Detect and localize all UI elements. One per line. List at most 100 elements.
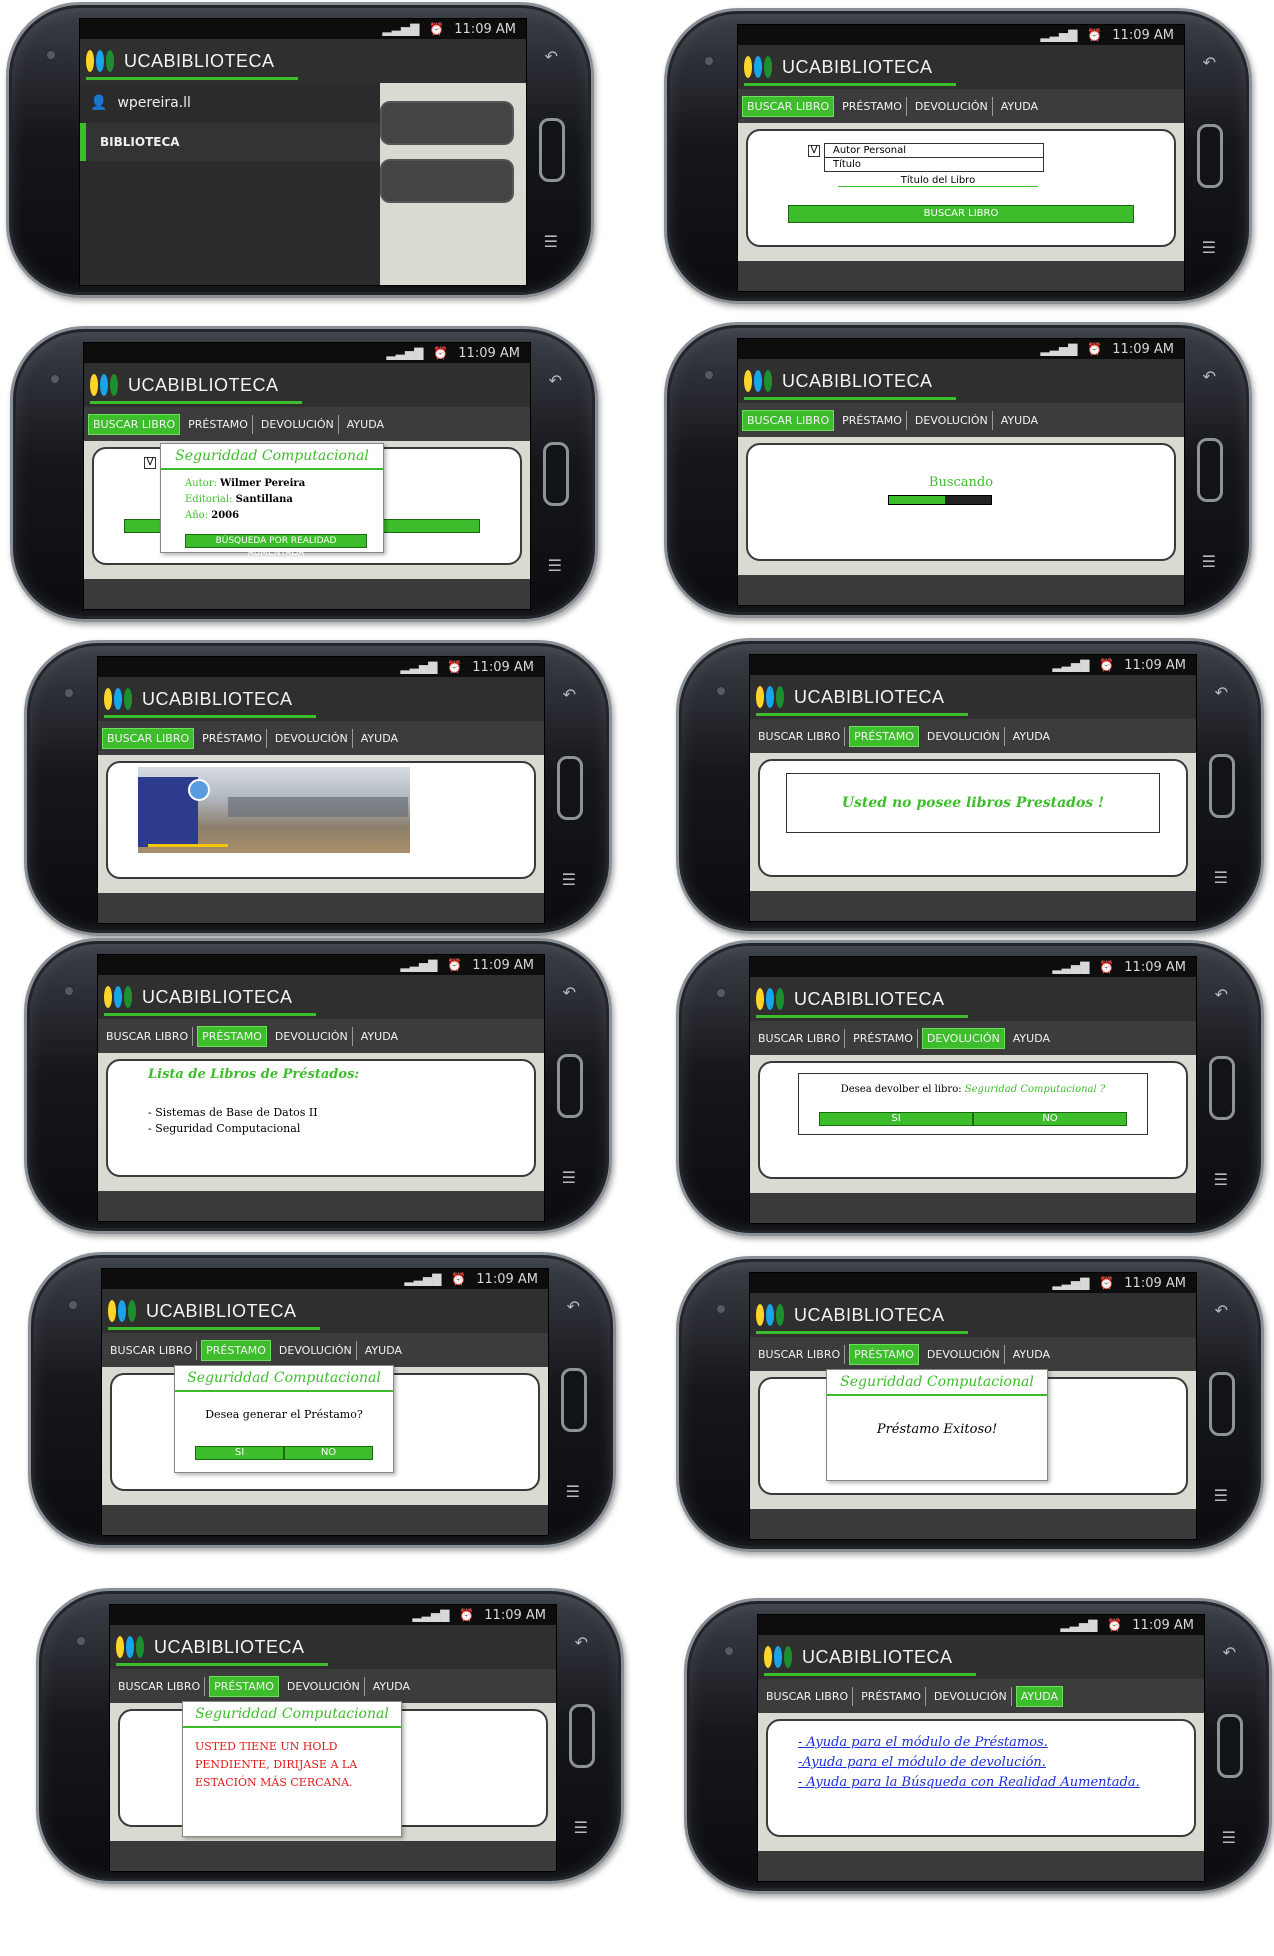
- tab-prestamo[interactable]: PRÉSTAMO: [849, 725, 919, 747]
- option-titulo[interactable]: Título: [825, 158, 1043, 171]
- search-type-dropdown[interactable]: Autor Personal Título: [824, 143, 1044, 172]
- tab-prestamo[interactable]: PRÉSTAMO: [838, 410, 907, 430]
- tab-devolucion[interactable]: DEVOLUCIÓN: [283, 1676, 365, 1696]
- tab-buscar-libro[interactable]: BUSCAR LIBRO: [102, 1026, 194, 1046]
- back-icon[interactable]: ↶: [1215, 1301, 1228, 1320]
- drawer-user[interactable]: 👤 wpereira.ll: [80, 83, 380, 123]
- tab-prestamo[interactable]: PRÉSTAMO: [849, 1028, 918, 1048]
- menu-icon[interactable]: ☰: [548, 556, 562, 575]
- ar-search-button[interactable]: BÚSQUEDA POR REALIDAD AUMENTADA: [185, 534, 367, 558]
- dropdown-checkbox[interactable]: V: [144, 457, 156, 469]
- list-item[interactable]: - Sistemas de Base de Datos II: [148, 1105, 318, 1121]
- tab-devolucion[interactable]: DEVOLUCIÓN: [271, 728, 353, 748]
- list-item[interactable]: - Seguridad Computacional: [148, 1121, 318, 1137]
- tab-ayuda[interactable]: AYUDA: [1009, 1345, 1054, 1364]
- tab-ayuda[interactable]: AYUDA: [343, 415, 388, 434]
- tab-devolucion[interactable]: DEVOLUCIÓN: [271, 1026, 353, 1046]
- yes-button[interactable]: SI: [819, 1112, 973, 1126]
- menu-icon[interactable]: ☰: [574, 1818, 588, 1837]
- home-button[interactable]: [1197, 438, 1223, 502]
- tab-devolucion[interactable]: DEVOLUCIÓN: [930, 1686, 1012, 1706]
- tab-prestamo[interactable]: PRÉSTAMO: [197, 1025, 267, 1047]
- tab-buscar-libro[interactable]: BUSCAR LIBRO: [102, 727, 195, 749]
- tab-buscar-libro[interactable]: BUSCAR LIBRO: [88, 413, 181, 435]
- back-icon[interactable]: ↶: [567, 1297, 580, 1316]
- home-button[interactable]: [1209, 1056, 1235, 1120]
- no-button[interactable]: NO: [284, 1446, 373, 1460]
- menu-icon[interactable]: ☰: [1214, 868, 1228, 887]
- tab-prestamo[interactable]: PRÉSTAMO: [849, 1343, 919, 1365]
- menu-icon[interactable]: ☰: [544, 232, 558, 251]
- home-button[interactable]: [543, 442, 569, 506]
- back-icon[interactable]: ↶: [1223, 1643, 1236, 1662]
- home-button[interactable]: [1197, 124, 1223, 188]
- tab-ayuda[interactable]: AYUDA: [997, 411, 1042, 430]
- option-autor-personal[interactable]: Autor Personal: [825, 144, 1043, 158]
- dropdown-checkbox[interactable]: V: [808, 145, 820, 157]
- tab-ayuda[interactable]: AYUDA: [1015, 1685, 1064, 1707]
- menu-icon[interactable]: ☰: [1202, 238, 1216, 257]
- tab-ayuda[interactable]: AYUDA: [361, 1341, 406, 1360]
- back-icon[interactable]: ↶: [575, 1633, 588, 1652]
- menu-icon[interactable]: ☰: [1222, 1828, 1236, 1847]
- tab-devolucion[interactable]: DEVOLUCIÓN: [911, 96, 993, 116]
- tab-prestamo[interactable]: PRÉSTAMO: [857, 1686, 926, 1706]
- tab-devolucion[interactable]: DEVOLUCIÓN: [911, 410, 993, 430]
- help-link-prestamos[interactable]: - Ayuda para el módulo de Préstamos.: [798, 1733, 1140, 1753]
- tab-ayuda[interactable]: AYUDA: [1009, 727, 1054, 746]
- back-icon[interactable]: ↶: [1215, 985, 1228, 1004]
- drawer-item-biblioteca[interactable]: BIBLIOTECA: [80, 123, 380, 161]
- back-icon[interactable]: ↶: [563, 685, 576, 704]
- tab-devolucion[interactable]: DEVOLUCIÓN: [923, 1344, 1005, 1364]
- home-button[interactable]: [569, 1704, 595, 1768]
- home-button[interactable]: [561, 1368, 587, 1432]
- menu-icon[interactable]: ☰: [566, 1482, 580, 1501]
- home-button[interactable]: [557, 756, 583, 820]
- back-icon[interactable]: ↶: [563, 983, 576, 1002]
- help-link-devolucion[interactable]: -Ayuda para el módulo de devolución.: [798, 1753, 1140, 1773]
- tab-buscar-libro[interactable]: BUSCAR LIBRO: [754, 1028, 846, 1048]
- tab-buscar-libro[interactable]: BUSCAR LIBRO: [754, 1344, 846, 1364]
- tab-ayuda[interactable]: AYUDA: [357, 729, 402, 748]
- home-button[interactable]: [1209, 754, 1235, 818]
- menu-icon[interactable]: ☰: [1214, 1486, 1228, 1505]
- menu-icon[interactable]: ☰: [562, 870, 576, 889]
- home-button[interactable]: [1217, 1714, 1243, 1778]
- menu-icon[interactable]: ☰: [1214, 1170, 1228, 1189]
- yes-button[interactable]: SI: [195, 1446, 284, 1460]
- tab-buscar-libro[interactable]: BUSCAR LIBRO: [114, 1676, 206, 1696]
- tab-devolucion[interactable]: DEVOLUCIÓN: [257, 414, 339, 434]
- tab-prestamo[interactable]: PRÉSTAMO: [838, 96, 907, 116]
- tab-devolucion[interactable]: DEVOLUCIÓN: [921, 1027, 1005, 1049]
- tab-buscar-libro[interactable]: BUSCAR LIBRO: [106, 1340, 198, 1360]
- back-icon[interactable]: ↶: [1215, 683, 1228, 702]
- home-button[interactable]: [557, 1054, 583, 1118]
- tab-ayuda[interactable]: AYUDA: [369, 1677, 414, 1696]
- home-button[interactable]: [539, 118, 565, 182]
- back-icon[interactable]: ↶: [549, 371, 562, 390]
- back-icon[interactable]: ↶: [1203, 367, 1216, 386]
- back-icon[interactable]: ↶: [545, 47, 558, 66]
- tab-devolucion[interactable]: DEVOLUCIÓN: [275, 1340, 357, 1360]
- tab-prestamo[interactable]: PRÉSTAMO: [184, 414, 253, 434]
- buscar-libro-button[interactable]: BUSCAR LIBRO: [788, 205, 1134, 223]
- home-button[interactable]: [1209, 1372, 1235, 1436]
- title-input[interactable]: Título del Libro: [838, 175, 1038, 187]
- tab-prestamo[interactable]: PRÉSTAMO: [198, 728, 267, 748]
- help-link-realidad-aumentada[interactable]: - Ayuda para la Búsqueda con Realidad Au…: [798, 1773, 1140, 1793]
- tab-prestamo[interactable]: PRÉSTAMO: [201, 1339, 271, 1361]
- tab-devolucion[interactable]: DEVOLUCIÓN: [923, 726, 1005, 746]
- no-button[interactable]: NO: [973, 1112, 1127, 1126]
- hold-alert-popup: Seguriddad Computacional USTED TIENE UN …: [182, 1701, 402, 1837]
- tab-ayuda[interactable]: AYUDA: [1009, 1029, 1054, 1048]
- tab-buscar-libro[interactable]: BUSCAR LIBRO: [754, 726, 846, 746]
- tab-prestamo[interactable]: PRÉSTAMO: [209, 1675, 279, 1697]
- tab-buscar-libro[interactable]: BUSCAR LIBRO: [762, 1686, 854, 1706]
- back-icon[interactable]: ↶: [1203, 53, 1216, 72]
- tab-ayuda[interactable]: AYUDA: [357, 1027, 402, 1046]
- tab-ayuda[interactable]: AYUDA: [997, 97, 1042, 116]
- menu-icon[interactable]: ☰: [1202, 552, 1216, 571]
- menu-icon[interactable]: ☰: [562, 1168, 576, 1187]
- tab-buscar-libro[interactable]: BUSCAR LIBRO: [742, 409, 835, 431]
- tab-buscar-libro[interactable]: BUSCAR LIBRO: [742, 95, 835, 117]
